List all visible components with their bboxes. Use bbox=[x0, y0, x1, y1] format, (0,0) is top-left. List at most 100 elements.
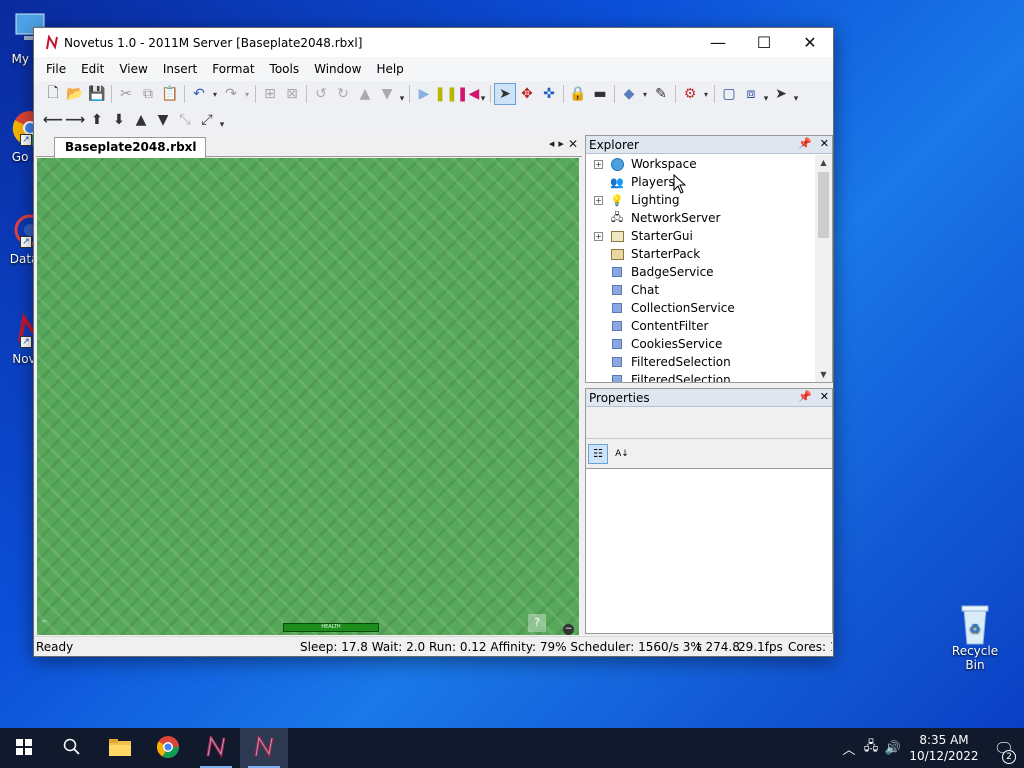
tab-close-icon[interactable]: ✕ bbox=[568, 137, 578, 151]
open-button[interactable]: 📂 bbox=[64, 83, 86, 105]
zoom-out-button[interactable]: ⤢ bbox=[196, 109, 218, 131]
paint-button[interactable]: ◆ bbox=[618, 83, 640, 105]
undo-button[interactable]: ↶ bbox=[188, 83, 210, 105]
expand-plus-icon[interactable]: + bbox=[594, 159, 603, 169]
novetus-studio-taskbar-button[interactable] bbox=[240, 728, 288, 768]
tab-baseplate[interactable]: Baseplate2048.rbxl bbox=[54, 137, 206, 158]
rotate-right-button[interactable]: ↻ bbox=[332, 83, 354, 105]
minimize-button[interactable]: — bbox=[695, 28, 741, 57]
maximize-button[interactable]: ☐ bbox=[741, 28, 787, 57]
explorer-item[interactable]: + StarterGui bbox=[586, 227, 815, 245]
explorer-item[interactable]: CookiesService bbox=[586, 335, 815, 353]
network-icon[interactable]: 🖧 bbox=[860, 737, 882, 759]
clock[interactable]: 8:35 AM 10/12/2022 bbox=[904, 732, 984, 764]
explorer-item[interactable]: Chat bbox=[586, 281, 815, 299]
menu-format[interactable]: Format bbox=[212, 62, 254, 76]
save-button[interactable]: 💾 bbox=[86, 83, 108, 105]
ungroup-button[interactable]: ⊠ bbox=[281, 83, 303, 105]
cut-button[interactable]: ✂ bbox=[115, 83, 137, 105]
title-bar[interactable]: Novetus 1.0 - 2011M Server [Baseplate204… bbox=[34, 28, 833, 57]
explorer-item[interactable]: 👥 Players bbox=[586, 173, 815, 191]
start-button[interactable] bbox=[0, 728, 48, 768]
menu-file[interactable]: File bbox=[46, 62, 66, 76]
search-button[interactable] bbox=[48, 728, 96, 768]
camera-tilt-up-button[interactable]: ⬆ bbox=[86, 109, 108, 131]
expand-plus-icon[interactable]: + bbox=[594, 195, 603, 205]
anchor-button[interactable]: ▬ bbox=[589, 83, 611, 105]
redo-dropdown[interactable]: ▾ bbox=[242, 83, 252, 105]
explorer-item[interactable]: FilteredSelection bbox=[586, 371, 815, 382]
undo-dropdown[interactable]: ▾ bbox=[210, 83, 220, 105]
run-button[interactable]: ▶ bbox=[413, 83, 435, 105]
pause-button[interactable]: ❚❚ bbox=[434, 83, 457, 105]
redo-button[interactable]: ↷ bbox=[220, 83, 242, 105]
file-explorer-button[interactable] bbox=[96, 728, 144, 768]
explorer-item[interactable]: + 💡 Lighting bbox=[586, 191, 815, 209]
zoom-out-icon[interactable]: − bbox=[563, 624, 574, 635]
explorer-item[interactable]: CollectionService bbox=[586, 299, 815, 317]
scroll-down-icon[interactable]: ▼ bbox=[815, 367, 832, 382]
pin-icon[interactable]: 📌 bbox=[798, 137, 812, 150]
surface-button[interactable]: ⚙ bbox=[679, 83, 701, 105]
notifications-button[interactable]: 🗨 2 bbox=[984, 739, 1024, 764]
expand-plus-icon[interactable]: + bbox=[594, 231, 603, 241]
camera-right-button[interactable]: ⟶ bbox=[64, 109, 86, 131]
toolbar-overflow[interactable]: ▾ bbox=[218, 110, 226, 130]
paint-dropdown[interactable]: ▾ bbox=[640, 83, 650, 105]
tab-scroll-left-icon[interactable]: ◂ bbox=[549, 137, 555, 151]
zoom-in-button[interactable]: ⤡ bbox=[174, 109, 196, 131]
explorer-item[interactable]: FilteredSelection bbox=[586, 353, 815, 371]
camera-tilt-down-button[interactable]: ⬇ bbox=[108, 109, 130, 131]
camera-up-button[interactable]: ▲ bbox=[130, 109, 152, 131]
paste-button[interactable]: 📋 bbox=[159, 83, 181, 105]
menu-help[interactable]: Help bbox=[376, 62, 403, 76]
menu-window[interactable]: Window bbox=[314, 62, 361, 76]
lock-button[interactable]: 🔒 bbox=[567, 83, 589, 105]
pointer-tool-button[interactable]: ➤ bbox=[770, 83, 792, 105]
scroll-thumb[interactable] bbox=[818, 172, 829, 238]
toolbar-overflow[interactable]: ▾ bbox=[479, 84, 487, 104]
desktop-icon-recycle-bin[interactable]: ♻ Recycle Bin bbox=[942, 602, 1008, 672]
explorer-item[interactable]: StarterPack bbox=[586, 245, 815, 263]
toolbar-overflow[interactable]: ▾ bbox=[792, 84, 800, 104]
close-icon[interactable]: ✕ bbox=[820, 390, 829, 403]
close-button[interactable]: ✕ bbox=[787, 28, 833, 57]
zoom-extents-button[interactable]: ⧈ bbox=[740, 83, 762, 105]
move-down-button[interactable]: ▼ bbox=[376, 83, 398, 105]
resize-tool-button[interactable]: ✜ bbox=[538, 83, 560, 105]
chrome-taskbar-button[interactable] bbox=[144, 728, 192, 768]
explorer-item[interactable]: + Workspace bbox=[586, 155, 815, 173]
camera-left-button[interactable]: ⟵ bbox=[42, 109, 64, 131]
toolbar-overflow[interactable]: ▾ bbox=[398, 84, 406, 104]
new-button[interactable]: 🗋 bbox=[42, 83, 64, 105]
frame-button[interactable]: ▢ bbox=[718, 83, 740, 105]
toolbar-overflow[interactable]: ▾ bbox=[762, 84, 770, 104]
dropper-button[interactable]: ✎ bbox=[650, 83, 672, 105]
chevron-up-icon[interactable]: ︿ bbox=[838, 739, 860, 758]
rotate-left-button[interactable]: ↺ bbox=[310, 83, 332, 105]
explorer-item[interactable]: BadgeService bbox=[586, 263, 815, 281]
reset-button[interactable]: ❚◀ bbox=[457, 83, 480, 105]
menu-edit[interactable]: Edit bbox=[81, 62, 104, 76]
explorer-item[interactable]: 🖧 NetworkServer bbox=[586, 209, 815, 227]
group-button[interactable]: ⊞ bbox=[259, 83, 281, 105]
explorer-scrollbar[interactable]: ▲ ▼ bbox=[815, 155, 832, 382]
move-tool-button[interactable]: ✥ bbox=[516, 83, 538, 105]
menu-tools[interactable]: Tools bbox=[270, 62, 300, 76]
surface-dropdown[interactable]: ▾ bbox=[701, 83, 711, 105]
tab-scroll-right-icon[interactable]: ▸ bbox=[558, 137, 564, 151]
move-up-button[interactable]: ▲ bbox=[354, 83, 376, 105]
alphabetical-button[interactable]: A↓ bbox=[612, 444, 632, 464]
categorized-button[interactable]: ☷ bbox=[588, 443, 608, 464]
camera-down-button[interactable]: ▼ bbox=[152, 109, 174, 131]
close-icon[interactable]: ✕ bbox=[820, 137, 829, 150]
explorer-item[interactable]: ContentFilter bbox=[586, 317, 815, 335]
copy-button[interactable]: ⧉ bbox=[137, 83, 159, 105]
game-viewport[interactable]: ⇦ HEALTH ? − bbox=[37, 158, 579, 635]
help-icon[interactable]: ? bbox=[528, 614, 546, 632]
pin-icon[interactable]: 📌 bbox=[798, 390, 812, 403]
novetus-launcher-taskbar-button[interactable] bbox=[192, 728, 240, 768]
scroll-up-icon[interactable]: ▲ bbox=[815, 155, 832, 170]
volume-icon[interactable]: 🔊 bbox=[882, 741, 904, 756]
leave-icon[interactable]: ⇦ bbox=[42, 618, 47, 625]
